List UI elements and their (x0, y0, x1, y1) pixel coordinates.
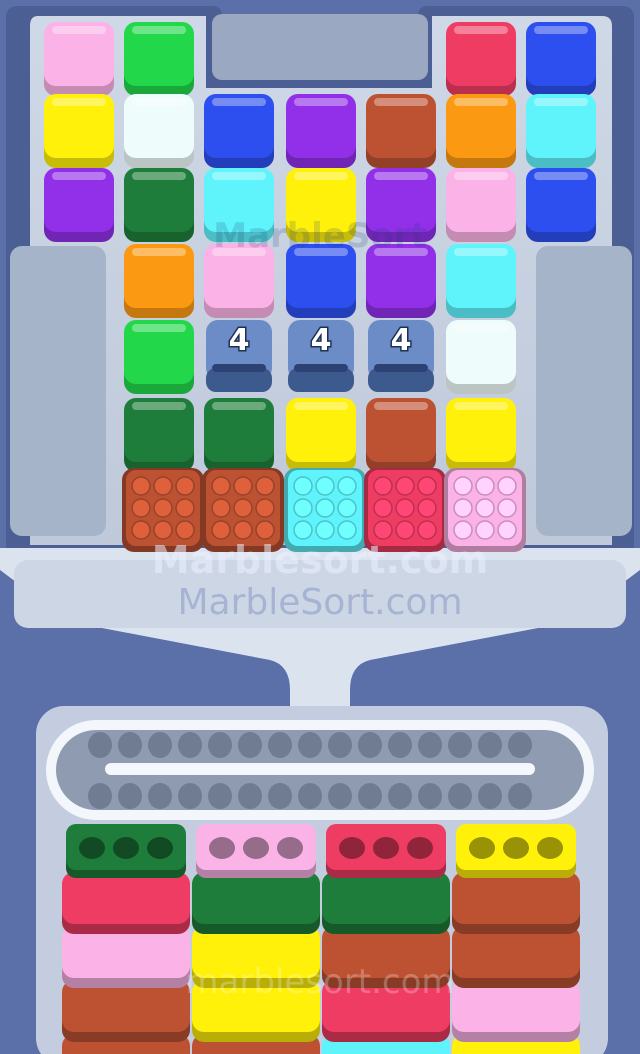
conveyor-slot (238, 783, 262, 809)
left-well (10, 246, 106, 536)
block-blue[interactable] (526, 22, 596, 96)
block-brown[interactable] (366, 398, 436, 472)
conveyor-slot (178, 732, 202, 758)
sort-bin[interactable] (322, 824, 450, 1054)
conveyor-slot (418, 783, 442, 809)
conveyor-slot (328, 732, 352, 758)
board-notch (212, 14, 428, 80)
block-yellow[interactable] (44, 94, 114, 168)
locked-tile[interactable]: 4 (206, 320, 272, 392)
conveyor-slot (358, 783, 382, 809)
block-cyan[interactable] (526, 94, 596, 168)
block-pink[interactable] (204, 244, 274, 318)
block-yellow[interactable] (446, 398, 516, 472)
funnel-shade (14, 560, 626, 628)
locked-tile[interactable]: 4 (368, 320, 434, 392)
conveyor-slot (298, 783, 322, 809)
bin-hole (113, 837, 139, 859)
block-white[interactable] (446, 320, 516, 394)
bin-hole (79, 837, 105, 859)
conveyor-slot (88, 732, 112, 758)
bin-block-face (322, 872, 450, 924)
marble-box-brown[interactable] (122, 468, 204, 552)
bin-hole (277, 837, 303, 859)
bin-hole (407, 837, 433, 859)
block-purple[interactable] (44, 168, 114, 242)
marble-box-pink[interactable] (444, 468, 526, 552)
bin-hole (209, 837, 235, 859)
conveyor-slot (358, 732, 382, 758)
bin-block-face (62, 872, 190, 924)
block-pink[interactable] (44, 22, 114, 96)
bin-hole (537, 837, 563, 859)
block-blue[interactable] (526, 168, 596, 242)
block-yellow[interactable] (286, 398, 356, 472)
conveyor-slot (388, 783, 412, 809)
bin-block-face (192, 872, 320, 924)
conveyor-slot (148, 732, 172, 758)
conveyor-slot (118, 732, 142, 758)
block-dkgreen[interactable] (124, 168, 194, 242)
conveyor-slot (268, 732, 292, 758)
block-orange[interactable] (446, 94, 516, 168)
lock-count-label: 4 (229, 323, 250, 358)
conveyor-slot (448, 783, 472, 809)
block-dkgreen[interactable] (204, 398, 274, 472)
marble-box-cyan[interactable] (284, 468, 366, 552)
bin-hole (373, 837, 399, 859)
marble-box-brown[interactable] (202, 468, 284, 552)
right-well (536, 246, 632, 536)
board-grid: 4 4 4 (44, 22, 596, 552)
bin-hole (243, 837, 269, 859)
block-blue[interactable] (204, 94, 274, 168)
locked-tile[interactable]: 4 (288, 320, 354, 392)
sort-bin[interactable] (62, 824, 190, 1054)
conveyor-slot (478, 783, 502, 809)
block-purple[interactable] (366, 168, 436, 242)
conveyor-slot (448, 732, 472, 758)
game-stage: 4 4 4 (0, 6, 640, 1054)
bin-hole (339, 837, 365, 859)
block-red[interactable] (446, 22, 516, 96)
bin-block-face (452, 872, 580, 924)
block-yellow[interactable] (286, 168, 356, 242)
block-orange[interactable] (124, 244, 194, 318)
block-white[interactable] (124, 94, 194, 168)
conveyor-slot (208, 732, 232, 758)
lock-count-label: 4 (391, 323, 412, 358)
conveyor-slot (148, 783, 172, 809)
bin-hole (469, 837, 495, 859)
block-purple[interactable] (366, 244, 436, 318)
conveyor-slot (88, 783, 112, 809)
block-blue[interactable] (286, 244, 356, 318)
conveyor-slot (508, 783, 532, 809)
conveyor-slot (508, 732, 532, 758)
block-dkgreen[interactable] (124, 398, 194, 472)
sort-bin[interactable] (452, 824, 580, 1054)
block-green[interactable] (124, 22, 194, 96)
conveyor-slot (328, 783, 352, 809)
conveyor-slot (418, 732, 442, 758)
conveyor-slot (178, 783, 202, 809)
marble-box-red[interactable] (364, 468, 446, 552)
block-pink[interactable] (446, 168, 516, 242)
block-brown[interactable] (366, 94, 436, 168)
conveyor-slot (298, 732, 322, 758)
block-cyan[interactable] (204, 168, 274, 242)
conveyor-slot (208, 783, 232, 809)
conveyor-slot (118, 783, 142, 809)
bin-hole (147, 837, 173, 859)
lock-count-label: 4 (311, 323, 332, 358)
conveyor-divider (103, 761, 537, 777)
conveyor-slot (238, 732, 262, 758)
block-purple[interactable] (286, 94, 356, 168)
block-cyan[interactable] (446, 244, 516, 318)
conveyor-slot (268, 783, 292, 809)
conveyor-slot (388, 732, 412, 758)
block-green[interactable] (124, 320, 194, 394)
bin-hole (503, 837, 529, 859)
conveyor-slot (478, 732, 502, 758)
sort-bin[interactable] (192, 824, 320, 1054)
